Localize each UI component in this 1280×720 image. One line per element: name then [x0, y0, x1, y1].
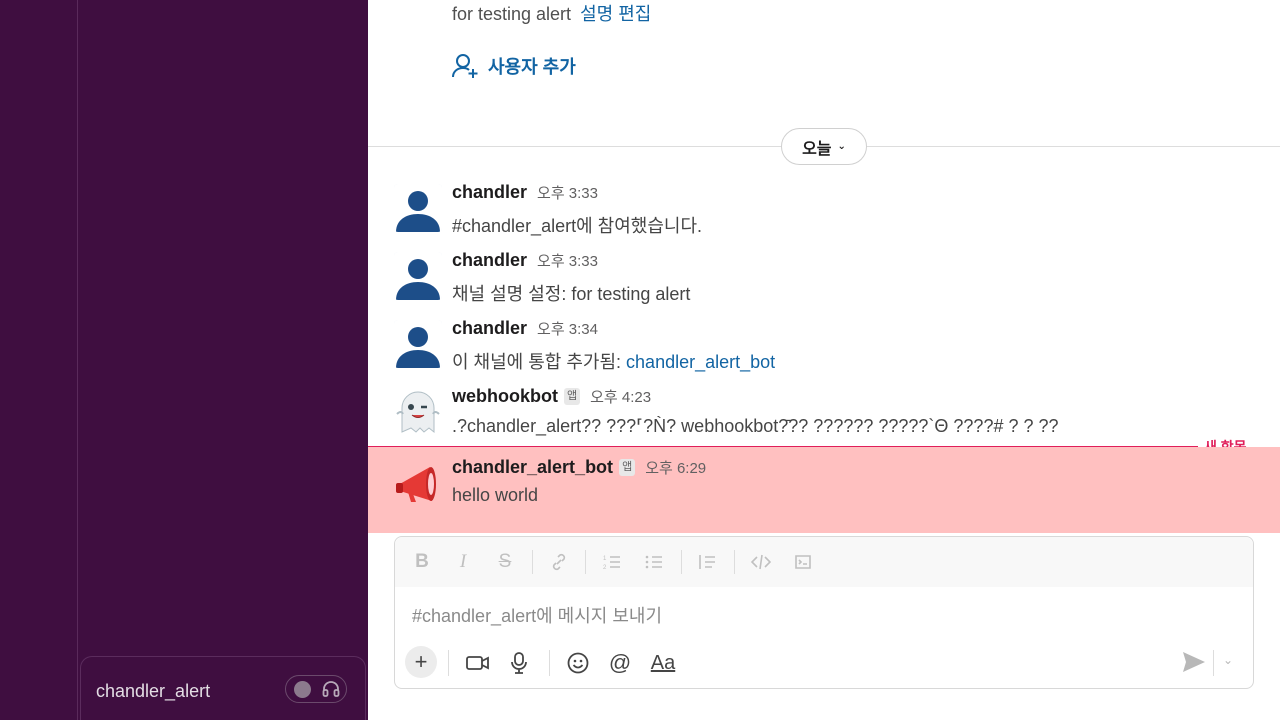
workspace-rail	[0, 0, 78, 720]
avatar[interactable]	[394, 320, 442, 368]
message-header: chandler 오후 3:33	[452, 182, 598, 203]
formatting-toggle[interactable]: Aa	[648, 646, 678, 680]
message-pane: for testing alert 설명 편집 사용자 추가 오늘 ⌄ chan…	[368, 0, 1280, 720]
ordered-list-icon[interactable]: 12	[600, 550, 624, 574]
author-name[interactable]: chandler	[452, 182, 527, 203]
bold-icon[interactable]: B	[410, 550, 434, 574]
user-avatar-icon	[394, 252, 442, 300]
author-name[interactable]: chandler	[452, 250, 527, 271]
user-avatar-icon	[394, 320, 442, 368]
author-name[interactable]: chandler	[452, 318, 527, 339]
timestamp[interactable]: 오후 3:33	[537, 250, 598, 271]
avatar[interactable]	[394, 459, 442, 507]
svg-text:2: 2	[603, 565, 607, 571]
message-text: 이 채널에 통합 추가됨: chandler_alert_bot	[452, 348, 775, 374]
message-header: webhookbot 앱 오후 4:23	[452, 386, 651, 407]
bot-link[interactable]: chandler_alert_bot	[626, 352, 775, 372]
avatar[interactable]	[394, 184, 442, 232]
message-input[interactable]: #chandler_alert에 메시지 보내기	[412, 602, 662, 628]
add-user-label: 사용자 추가	[488, 57, 576, 77]
huddle-toggle[interactable]	[285, 675, 347, 703]
edit-description-link[interactable]: 설명 편집	[580, 4, 651, 24]
author-name[interactable]: webhookbot	[452, 386, 558, 407]
message-header: chandler 오후 3:34	[452, 318, 598, 339]
message-text: hello world	[452, 485, 539, 505]
toggle-knob	[294, 681, 311, 698]
toolbar-divider	[532, 550, 533, 574]
day-divider-button[interactable]: 오늘 ⌄	[781, 128, 867, 165]
link-icon[interactable]	[547, 550, 571, 574]
toolbar-divider	[585, 550, 586, 574]
timestamp[interactable]: 오후 3:34	[537, 318, 598, 339]
message-item[interactable]: chandler 오후 3:33 #chandler_alert에 참여했습니다…	[368, 172, 1280, 240]
add-user-button[interactable]: 사용자 추가	[452, 52, 576, 80]
sidebar	[78, 0, 368, 720]
chevron-down-icon: ⌄	[837, 141, 846, 152]
message-item[interactable]: webhookbot 앱 오후 4:23 .?chandler_alert?? …	[368, 376, 1280, 444]
send-icon[interactable]	[1181, 649, 1207, 675]
add-user-icon	[452, 54, 478, 78]
avatar[interactable]	[394, 388, 442, 436]
formatting-toolbar: B I S 12	[395, 537, 1253, 587]
message-text: #chandler_alert에 참여했습니다.	[452, 216, 703, 236]
message-item[interactable]: chandler 오후 3:34 이 채널에 통합 추가됨: chandler_…	[368, 308, 1280, 376]
toolbar-divider	[734, 550, 735, 574]
code-icon[interactable]	[749, 550, 773, 574]
message-text: .?chandler_alert?? ???⸢?Ǹ? webhookbot?̄?…	[452, 416, 1059, 436]
strikethrough-icon[interactable]: S	[493, 550, 517, 574]
plus-icon[interactable]: +	[405, 646, 437, 678]
message-header: chandler_alert_bot 앱 오후 6:29	[452, 457, 706, 478]
message-composer[interactable]: B I S 12 #chandler_alert에 메시지 보내기 + @ Aa…	[394, 536, 1254, 689]
channel-description: for testing alert 설명 편집	[452, 0, 651, 26]
mention-icon[interactable]: @	[608, 646, 632, 680]
toolbar-divider	[681, 550, 682, 574]
message-item[interactable]: chandler 오후 3:33 채널 설명 설정: for testing a…	[368, 240, 1280, 308]
emoji-icon[interactable]	[566, 646, 590, 680]
day-label: 오늘	[802, 140, 832, 158]
message-header: chandler 오후 3:33	[452, 250, 598, 271]
chevron-down-icon[interactable]: ⌄	[1223, 653, 1233, 667]
toolbar-divider	[1213, 650, 1214, 676]
microphone-icon[interactable]	[508, 646, 530, 680]
message-text-prefix: 이 채널에 통합 추가됨:	[452, 352, 627, 372]
code-block-icon[interactable]	[791, 550, 815, 574]
huddle-channel-name: chandler_alert	[96, 681, 211, 701]
app-badge: 앱	[564, 388, 581, 405]
italic-icon[interactable]: I	[451, 550, 475, 574]
message-item-new[interactable]: chandler_alert_bot 앱 오후 6:29 hello world	[368, 447, 1280, 533]
formatting-label: Aa	[650, 651, 676, 674]
ghost-icon	[396, 391, 440, 434]
timestamp[interactable]: 오후 3:33	[537, 182, 598, 203]
toolbar-divider	[549, 650, 550, 676]
app-badge: 앱	[619, 459, 636, 476]
timestamp[interactable]: 오후 4:23	[590, 386, 651, 407]
megaphone-icon	[396, 467, 436, 502]
message-text: 채널 설명 설정: for testing alert	[452, 284, 691, 304]
video-icon[interactable]	[465, 646, 491, 680]
author-name[interactable]: chandler_alert_bot	[452, 457, 613, 478]
toolbar-divider	[448, 650, 449, 676]
blockquote-icon[interactable]	[695, 550, 719, 574]
user-avatar-icon	[394, 184, 442, 232]
huddle-bar: chandler_alert	[80, 656, 366, 720]
bullet-list-icon[interactable]	[642, 550, 666, 574]
headphones-icon	[322, 681, 340, 697]
timestamp[interactable]: 오후 6:29	[645, 457, 706, 478]
svg-text:1: 1	[603, 556, 607, 562]
description-text: for testing alert	[452, 4, 572, 24]
avatar[interactable]	[394, 252, 442, 300]
